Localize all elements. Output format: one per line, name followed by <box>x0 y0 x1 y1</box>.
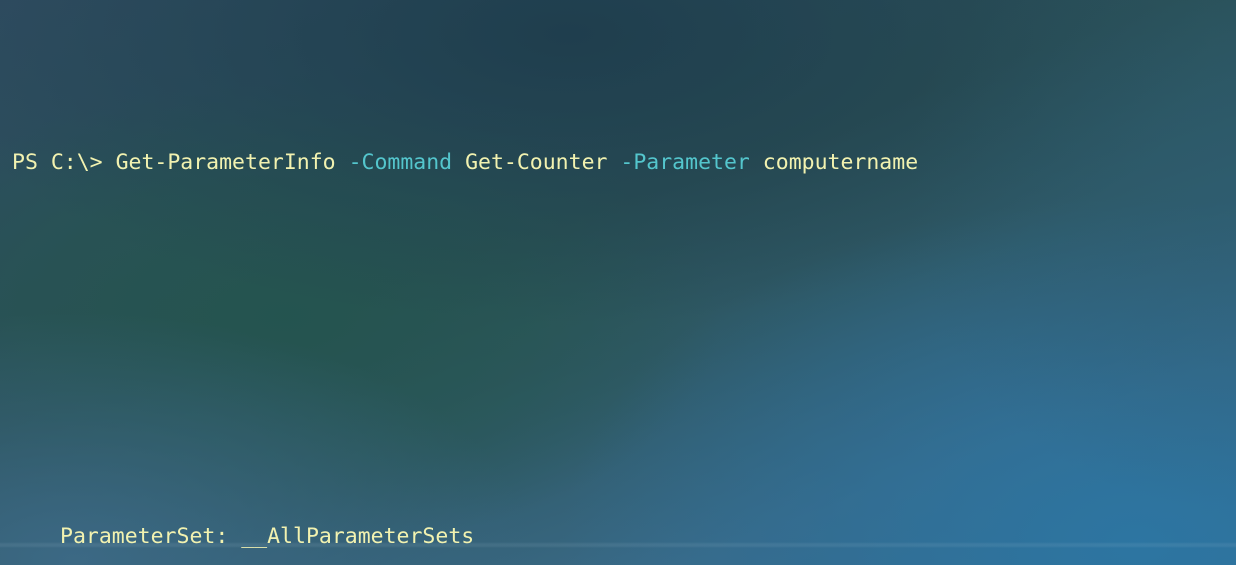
parameter-parameter-flag: -Parameter <box>620 150 750 175</box>
parameter-set-value: __AllParameterSets <box>241 524 475 549</box>
prompt-prefix: PS C:\> <box>12 150 116 175</box>
parameter-set-header: ParameterSet: __AllParameterSets <box>0 520 1236 554</box>
parameter-parameter-value: computername <box>749 150 919 175</box>
command-name: Get-ParameterInfo <box>115 150 349 175</box>
parameter-command-value: Get-Counter <box>452 150 621 175</box>
powershell-console-window[interactable]: PS C:\> Get-ParameterInfo -Command Get-C… <box>0 0 1236 565</box>
parameter-set-label: ParameterSet: <box>60 524 242 549</box>
command-prompt-line[interactable]: PS C:\> Get-ParameterInfo -Command Get-C… <box>0 102 1236 180</box>
parameter-command-flag: -Command <box>348 150 453 175</box>
console-text-buffer[interactable]: PS C:\> Get-ParameterInfo -Command Get-C… <box>0 0 1236 565</box>
